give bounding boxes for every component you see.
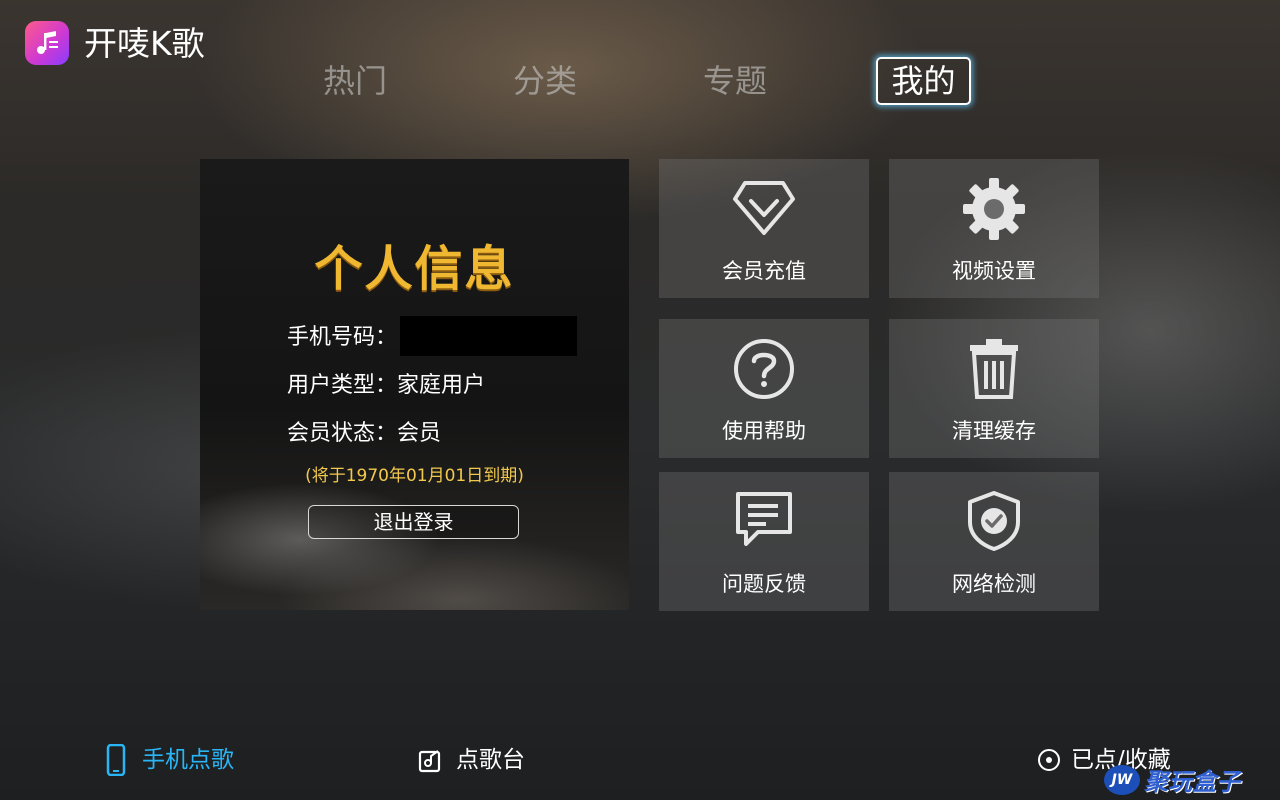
vip-status-label: 会员状态： (287, 421, 398, 446)
watermark: JW 聚玩盒子 (1104, 762, 1240, 797)
vip-status-row: 会员状态：会员 (287, 415, 441, 447)
watermark-badge: JW (1104, 764, 1140, 795)
tile-label: 使用帮助 (722, 419, 806, 443)
tab-topics[interactable]: 专题 (690, 57, 780, 105)
phone-icon (106, 744, 126, 776)
vip-status-value: 会员 (397, 421, 442, 446)
watermark-text: 聚玩盒子 (1144, 768, 1240, 796)
vip-expiry-text: (将于1970年01月01日到期) (305, 466, 524, 486)
tile-label: 视频设置 (952, 259, 1036, 283)
user-type-label: 用户类型： (287, 373, 398, 398)
tab-hot[interactable]: 热门 (310, 57, 400, 105)
tile-label: 清理缓存 (952, 419, 1036, 443)
song-station-button[interactable]: 点歌台 (418, 742, 525, 778)
diamond-icon (733, 181, 795, 235)
tile-feedback[interactable]: 问题反馈 (659, 472, 869, 611)
tile-label: 网络检测 (952, 572, 1036, 596)
phone-song-label: 手机点歌 (142, 747, 234, 773)
tile-clear-cache[interactable]: 清理缓存 (889, 319, 1099, 458)
shield-check-icon (968, 491, 1020, 551)
song-station-label: 点歌台 (456, 747, 525, 773)
song-station-icon (418, 750, 441, 773)
profile-title: 个人信息 (314, 241, 515, 297)
app-title: 开唛K歌 (84, 24, 205, 63)
phone-label: 手机号码： (287, 325, 398, 350)
user-type-value: 家庭用户 (397, 373, 486, 398)
help-icon (734, 339, 794, 399)
tab-category[interactable]: 分类 (500, 57, 590, 105)
phone-number-redacted (400, 316, 577, 356)
logout-button[interactable]: 退出登录 (308, 505, 519, 539)
gear-icon (963, 178, 1025, 240)
music-note-icon (37, 31, 58, 54)
trash-icon (970, 339, 1018, 399)
tile-vip-recharge[interactable]: 会员充值 (659, 159, 869, 298)
tile-help[interactable]: 使用帮助 (659, 319, 869, 458)
tile-network-check[interactable]: 网络检测 (889, 472, 1099, 611)
tile-label: 问题反馈 (722, 572, 806, 596)
screen: 开唛K歌 热门 分类 专题 我的 个人信息 手机号码： 用户类型：家庭用户 会员… (0, 0, 1280, 800)
tile-label: 会员充值 (722, 259, 806, 283)
user-type-row: 用户类型：家庭用户 (287, 367, 485, 399)
phone-song-button[interactable]: 手机点歌 (106, 742, 234, 778)
clock-icon (1038, 749, 1060, 771)
tile-video-settings[interactable]: 视频设置 (889, 159, 1099, 298)
feedback-icon (736, 492, 792, 546)
app-logo (25, 21, 69, 65)
tab-mine[interactable]: 我的 (876, 57, 971, 105)
profile-panel: 个人信息 手机号码： 用户类型：家庭用户 会员状态：会员 (将于1970年01月… (200, 159, 629, 610)
